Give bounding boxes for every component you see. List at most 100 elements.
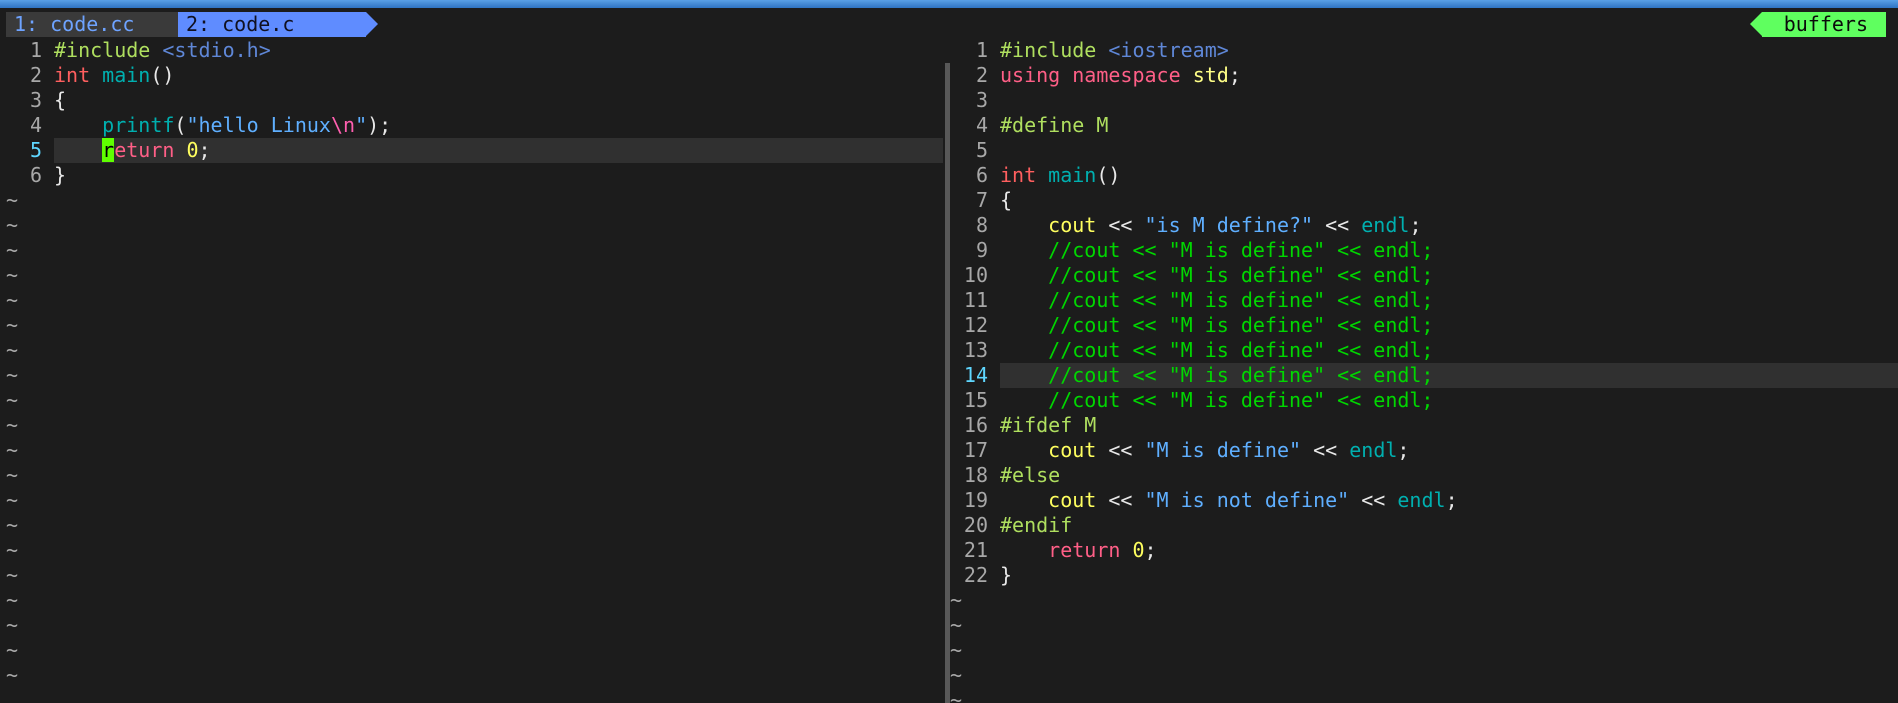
code-line[interactable]: 6 int main(): [950, 163, 1898, 188]
code-token: //cout << "M is define" << endl;: [1000, 238, 1434, 262]
line-number: 4: [29, 113, 42, 137]
code-line[interactable]: 4 printf("hello Linux\n");: [6, 113, 943, 138]
line-number: 4: [975, 113, 988, 137]
code-token: #include: [1000, 38, 1109, 62]
code-token: ;: [1228, 63, 1241, 87]
code-token: using: [1000, 63, 1061, 87]
code-text: //cout << "M is define" << endl;: [1000, 388, 1433, 412]
code-line[interactable]: 20 #endif: [950, 513, 1898, 538]
code-token: ": [355, 113, 368, 137]
code-text: printf("hello Linux\n");: [54, 113, 391, 137]
code-text: #include <stdio.h>: [54, 38, 271, 62]
code-text: cout << "M is not define" << endl;: [1000, 488, 1458, 512]
code-line[interactable]: 10 //cout << "M is define" << endl;: [950, 263, 1898, 288]
code-line[interactable]: 21 return 0;: [950, 538, 1898, 563]
code-line[interactable]: 1 #include <stdio.h>: [6, 38, 943, 63]
line-number: 11: [963, 288, 988, 312]
code-text: return 0;: [1000, 538, 1156, 562]
code-line[interactable]: 9 //cout << "M is define" << endl;: [950, 238, 1898, 263]
code-token: "is M define?": [1144, 213, 1314, 237]
code-line[interactable]: 19 cout << "M is not define" << endl;: [950, 488, 1898, 513]
code-text: //cout << "M is define" << endl;: [1000, 238, 1433, 262]
tab-code-cc[interactable]: 1: code.cc: [6, 12, 196, 37]
line-number: 9: [975, 238, 988, 262]
line-number: 3: [29, 88, 42, 112]
code-token: printf: [102, 113, 175, 137]
code-line[interactable]: 3{: [6, 88, 943, 113]
empty-line-tilde: ~: [6, 213, 19, 237]
code-token: main: [102, 63, 151, 87]
code-token: #define M: [1000, 113, 1109, 137]
tab-label: 1: code.cc: [14, 12, 135, 36]
code-line[interactable]: 12 //cout << "M is define" << endl;: [950, 313, 1898, 338]
code-token: #include: [54, 38, 163, 62]
code-text: //cout << "M is define" << endl;: [1000, 263, 1433, 287]
tab-code-c[interactable]: 2: code.c: [178, 12, 378, 37]
code-token: <<: [1096, 488, 1145, 512]
code-text: #endif: [1000, 513, 1072, 537]
code-line[interactable]: 4 #define M: [950, 113, 1898, 138]
line-number: 7: [975, 188, 988, 212]
code-line[interactable]: 17 cout << "M is define" << endl;: [950, 438, 1898, 463]
code-line[interactable]: 16 #ifdef M: [950, 413, 1898, 438]
code-token: endl: [1361, 213, 1410, 237]
empty-line-tilde: ~: [6, 413, 19, 437]
empty-line-tilde: ~: [6, 513, 19, 537]
vertical-split-separator[interactable]: [943, 63, 950, 703]
empty-line-tilde: ~: [6, 288, 19, 312]
code-text: cout << "M is define" << endl;: [1000, 438, 1409, 462]
code-line[interactable]: 5: [950, 138, 1898, 163]
code-token: cout: [1048, 438, 1097, 462]
code-text: #else: [1000, 463, 1060, 487]
code-line[interactable]: 1 #include <iostream>: [950, 38, 1898, 63]
code-token: main: [1048, 163, 1097, 187]
code-text: //cout << "M is define" << endl;: [1000, 313, 1433, 337]
code-token: "hello Linux: [186, 113, 331, 137]
code-token: {: [1000, 188, 1013, 212]
code-line[interactable]: 2 int main(): [6, 63, 943, 88]
code-token: #ifdef M: [1000, 413, 1097, 437]
empty-line-tilde: ~: [950, 663, 963, 687]
code-token: int: [1000, 163, 1037, 187]
code-line[interactable]: 6}: [6, 163, 943, 188]
empty-line-tilde: ~: [6, 613, 19, 637]
code-token: <<: [1313, 213, 1362, 237]
code-line[interactable]: 15 //cout << "M is define" << endl;: [950, 388, 1898, 413]
empty-line-tilde: ~: [6, 238, 19, 262]
empty-line-tilde: ~: [6, 488, 19, 512]
code-line[interactable]: 3: [950, 88, 1898, 113]
code-line[interactable]: 18 #else: [950, 463, 1898, 488]
line-number: 21: [963, 538, 988, 562]
code-token: );: [367, 113, 392, 137]
code-line[interactable]: 13 //cout << "M is define" << endl;: [950, 338, 1898, 363]
line-number: 17: [963, 438, 988, 462]
code-text: //cout << "M is define" << endl;: [1000, 288, 1433, 312]
line-number: 1: [975, 38, 988, 62]
line-number: 5: [29, 138, 42, 162]
code-line[interactable]: 14 //cout << "M is define" << endl;: [950, 363, 1898, 388]
code-line[interactable]: 11 //cout << "M is define" << endl;: [950, 288, 1898, 313]
code-line[interactable]: 8 cout << "is M define?" << endl;: [950, 213, 1898, 238]
code-line[interactable]: 2 using namespace std;: [950, 63, 1898, 88]
code-text: }: [1000, 563, 1012, 587]
editor-pane-right[interactable]: 1 #include <iostream> 2 using namespace std…: [950, 38, 1898, 703]
code-token: }: [54, 163, 67, 187]
empty-line-tilde: ~: [6, 563, 19, 587]
line-number: 18: [963, 463, 988, 487]
code-line[interactable]: 22}: [950, 563, 1898, 588]
editor-pane-left[interactable]: 1 #include <stdio.h> 2 int main() 3{4 printf…: [6, 38, 943, 703]
code-line[interactable]: 7{: [950, 188, 1898, 213]
code-token: #endif: [1000, 513, 1073, 537]
code-text: #define M: [1000, 113, 1108, 137]
code-line[interactable]: 5 return 0;: [6, 138, 943, 163]
code-token: namespace: [1072, 63, 1181, 87]
code-token: ;: [1445, 488, 1458, 512]
line-number: 14: [963, 363, 988, 387]
empty-line-tilde: ~: [6, 438, 19, 462]
code-token: <<: [1096, 213, 1145, 237]
